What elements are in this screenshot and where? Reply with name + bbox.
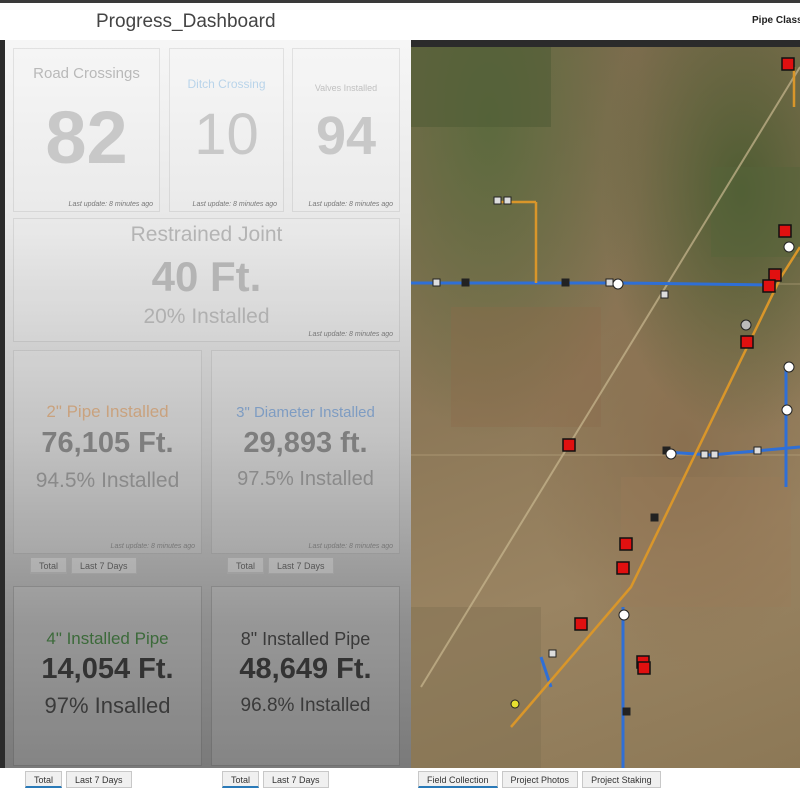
bottom-tab-bar: Total Last 7 Days Total Last 7 Days Fiel… (0, 768, 800, 800)
marker-red[interactable] (778, 224, 792, 238)
pipe3-percent: 97.5% Installed (237, 468, 374, 490)
marker-node[interactable] (710, 450, 719, 459)
header-bar: Progress_Dashboard Pipe Class (0, 0, 800, 40)
pipe2-card[interactable]: 2" Pipe Installed 76,105 Ft. 94.5% Insta… (13, 350, 202, 554)
pipe2-title: 2" Pipe Installed (46, 402, 169, 421)
pipe3-value: 29,893 ft. (243, 427, 368, 459)
pipe2-tab-last7[interactable]: Last 7 Days (71, 557, 137, 574)
marker-node[interactable] (432, 278, 441, 287)
marker-red[interactable] (781, 57, 795, 71)
pipe-line-blue-mid[interactable] (665, 445, 800, 457)
pipe2-percent: 94.5% Installed (35, 469, 180, 492)
ditch-crossing-updated: Last update: 8 minutes ago (192, 201, 277, 208)
road-crossings-card[interactable]: Road Crossings 82 Last update: 8 minutes… (13, 48, 160, 212)
road-crossings-title: Road Crossings (33, 65, 140, 82)
pipe3-updated: Last update: 8 minutes ago (308, 543, 393, 550)
valves-installed-title: Valves Installed (314, 83, 378, 93)
marker-node[interactable] (700, 450, 709, 459)
pipe2-tab-total[interactable]: Total (30, 557, 68, 574)
marker-node[interactable] (561, 278, 570, 287)
restrained-joint-percent: 20% Installed (143, 305, 270, 328)
pipe8-title: 8" Installed Pipe (240, 629, 371, 649)
marker-node[interactable] (660, 290, 669, 299)
marker-node[interactable] (493, 196, 502, 205)
map-view[interactable] (411, 47, 800, 768)
marker-red[interactable] (762, 279, 776, 293)
valves-installed-value: 94 (315, 106, 377, 166)
pipe8-percent: 96.8% Installed (240, 695, 371, 716)
map-tabs: Field Collection Project Photos Project … (418, 771, 661, 788)
road-crossings-value: 82 (45, 96, 128, 179)
marker-node[interactable] (618, 609, 630, 621)
ditch-crossing-card[interactable]: Ditch Crossing 10 Last update: 8 minutes… (169, 48, 284, 212)
pipe8-card[interactable]: 8" Installed Pipe 48,649 Ft. 96.8% Insta… (211, 586, 400, 766)
pipe3-title: 3" Diameter Installed (236, 404, 375, 421)
bottom-tab-last7-2[interactable]: Last 7 Days (263, 771, 329, 788)
bottom-tabs-mid: Total Last 7 Days (222, 771, 329, 788)
restrained-joint-updated: Last update: 8 minutes ago (308, 331, 393, 338)
ditch-crossing-value: 10 (194, 102, 259, 167)
restrained-joint-value: 40 Ft. (151, 253, 262, 300)
restrained-joint-card[interactable]: Restrained Joint 40 Ft. 20% Installed La… (13, 218, 400, 342)
marker-red[interactable] (768, 268, 782, 282)
restrained-joint-title: Restrained Joint (130, 223, 283, 246)
pipe2-updated: Last update: 8 minutes ago (110, 543, 195, 550)
marker-red[interactable] (740, 335, 754, 349)
marker-node[interactable] (461, 278, 470, 287)
pipe2-value: 76,105 Ft. (41, 427, 174, 459)
pipe4-percent: 97% Insalled (44, 693, 171, 718)
bottom-tab-total-2[interactable]: Total (222, 771, 260, 788)
marker-red[interactable] (574, 617, 588, 631)
pipe8-value: 48,649 Ft. (239, 653, 372, 685)
marker-node[interactable] (605, 278, 614, 287)
marker-node[interactable] (622, 707, 631, 716)
tab-field-collection[interactable]: Field Collection (418, 771, 498, 788)
map-overlay (411, 47, 800, 768)
tab-project-staking[interactable]: Project Staking (582, 771, 661, 788)
marker-node[interactable] (612, 278, 624, 290)
pipe3-card[interactable]: 3" Diameter Installed 29,893 ft. 97.5% I… (211, 350, 400, 554)
marker-node[interactable] (510, 699, 520, 709)
pipe3-tabs: Total Last 7 Days (227, 557, 334, 574)
pipe4-value: 14,054 Ft. (41, 653, 174, 685)
valves-installed-card[interactable]: Valves Installed 94 Last update: 8 minut… (292, 48, 400, 212)
marker-node[interactable] (783, 241, 795, 253)
marker-node[interactable] (503, 196, 512, 205)
pipe4-title: 4" Installed Pipe (46, 629, 169, 648)
pipe3-tab-last7[interactable]: Last 7 Days (268, 557, 334, 574)
page-title: Progress_Dashboard (96, 11, 276, 32)
marker-node[interactable] (740, 319, 752, 331)
stats-panel: Road Crossings 82 Last update: 8 minutes… (5, 40, 411, 768)
marker-node[interactable] (783, 361, 795, 373)
pipe-class-label[interactable]: Pipe Class (752, 15, 800, 26)
pipe3-tab-total[interactable]: Total (227, 557, 265, 574)
marker-node[interactable] (665, 448, 677, 460)
marker-node[interactable] (548, 649, 557, 658)
marker-red[interactable] (616, 561, 630, 575)
marker-red[interactable] (619, 537, 633, 551)
marker-node[interactable] (781, 404, 793, 416)
ditch-crossing-title: Ditch Crossing (187, 77, 266, 91)
marker-node[interactable] (650, 513, 659, 522)
road-crossings-updated: Last update: 8 minutes ago (68, 201, 153, 208)
marker-red[interactable] (637, 661, 651, 675)
bottom-tab-last7[interactable]: Last 7 Days (66, 771, 132, 788)
marker-node[interactable] (753, 446, 762, 455)
pipe4-card[interactable]: 4" Installed Pipe 14,054 Ft. 97% Insalle… (13, 586, 202, 766)
valves-installed-updated: Last update: 8 minutes ago (308, 201, 393, 208)
bottom-tab-total[interactable]: Total (25, 771, 63, 788)
marker-red[interactable] (562, 438, 576, 452)
tab-project-photos[interactable]: Project Photos (501, 771, 579, 788)
pipe2-tabs: Total Last 7 Days (30, 557, 137, 574)
bottom-tabs-left: Total Last 7 Days (25, 771, 132, 788)
